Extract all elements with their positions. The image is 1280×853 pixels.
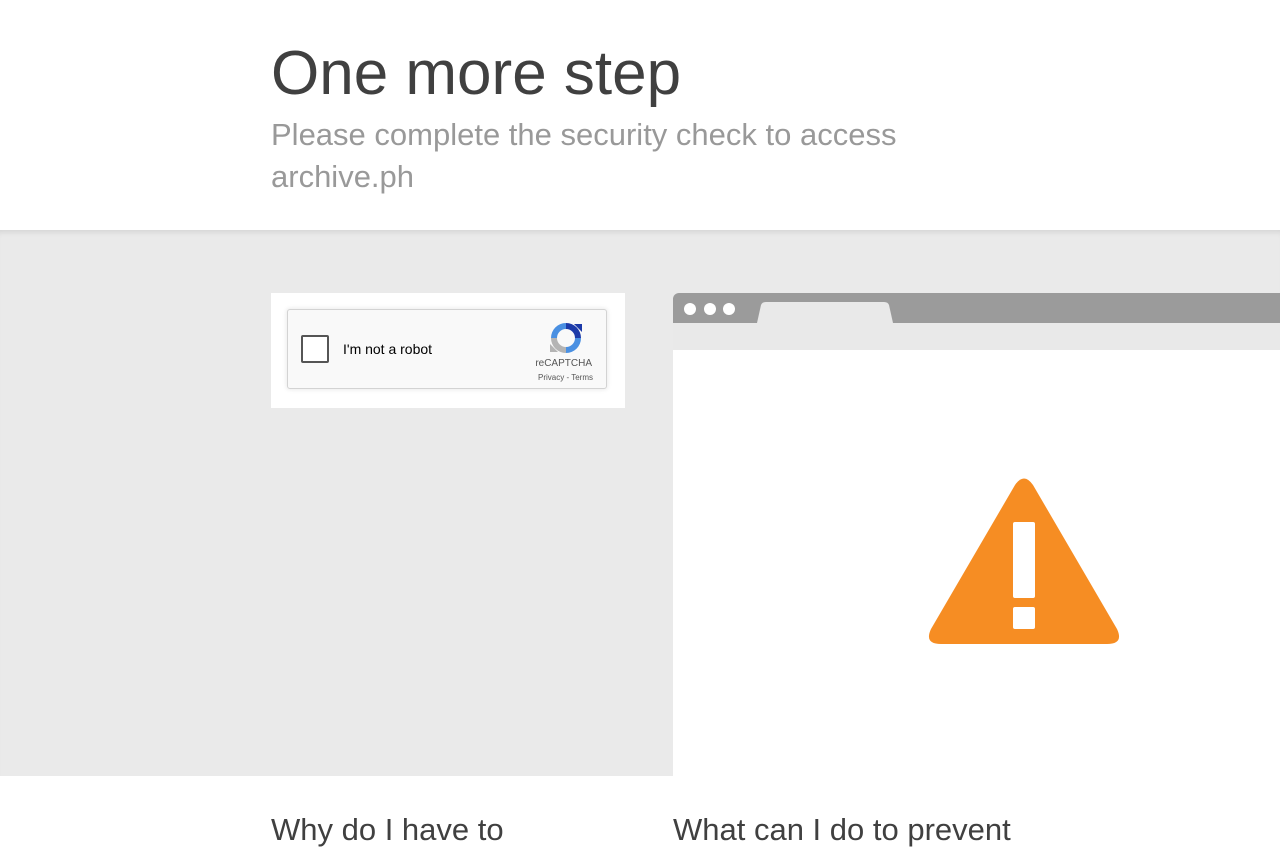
privacy-link[interactable]: Privacy xyxy=(538,373,564,382)
browser-toolbar xyxy=(673,323,1280,350)
browser-illustration xyxy=(673,293,1280,776)
prevent-heading: What can I do to prevent xyxy=(673,812,1011,847)
not-a-robot-checkbox[interactable] xyxy=(301,335,329,363)
links-separator: - xyxy=(566,373,570,382)
window-dot-icon xyxy=(723,303,735,315)
page-title: One more step xyxy=(271,39,682,108)
browser-tab-icon xyxy=(757,302,893,323)
recaptcha-brand: reCAPTCHA xyxy=(535,358,592,369)
recaptcha-logo-icon xyxy=(550,323,582,353)
why-heading: Why do I have to xyxy=(271,812,504,847)
captcha-container: I'm not a robot reCAPTCHA Privacy - Term… xyxy=(271,293,625,408)
warning-triangle-icon xyxy=(928,478,1120,644)
window-dot-icon xyxy=(684,303,696,315)
browser-title-bar xyxy=(673,293,1280,323)
page-header: One more step Please complete the securi… xyxy=(0,0,1280,230)
window-dot-icon xyxy=(704,303,716,315)
page-subtitle: Please complete the security check to ac… xyxy=(271,117,897,194)
recaptcha-links: Privacy - Terms xyxy=(538,373,593,382)
not-a-robot-label[interactable]: I'm not a robot xyxy=(343,340,432,358)
terms-link[interactable]: Terms xyxy=(571,373,593,382)
recaptcha-widget: I'm not a robot reCAPTCHA Privacy - Term… xyxy=(287,309,607,389)
browser-viewport xyxy=(673,350,1280,776)
